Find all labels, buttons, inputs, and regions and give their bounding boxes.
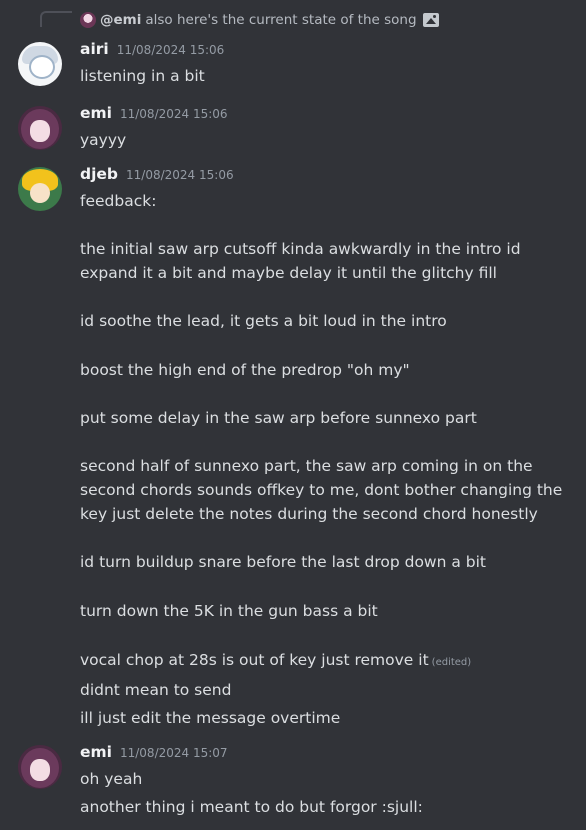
followup-message: ill just edit the message overtime xyxy=(80,708,341,727)
avatar[interactable] xyxy=(18,42,62,86)
message-line: id soothe the lead, it gets a bit loud i… xyxy=(80,312,447,331)
reply-text[interactable]: also here's the current state of the son… xyxy=(145,12,416,28)
message-line: vocal chop at 28s is out of key just rem… xyxy=(80,650,429,669)
avatar[interactable] xyxy=(18,106,62,150)
message-line: second chords sounds offkey to me, dont … xyxy=(80,481,563,500)
reply-reference[interactable]: @emi also here's the current state of th… xyxy=(80,9,439,31)
message-header: emi 11/08/2024 15:06 xyxy=(80,104,228,126)
message-line: the initial saw arp cutsoff kinda awkwar… xyxy=(80,240,521,259)
message-header: emi 11/08/2024 15:07 xyxy=(80,743,228,765)
avatar[interactable] xyxy=(18,167,62,211)
reply-connector xyxy=(40,11,72,27)
username[interactable]: airi xyxy=(80,40,109,58)
timestamp: 11/08/2024 15:06 xyxy=(116,43,225,57)
followup-message: didnt mean to send xyxy=(80,680,232,699)
message-line: put some delay in the saw arp before sun… xyxy=(80,408,477,427)
avatar[interactable] xyxy=(18,745,62,789)
message-line: key just delete the notes during the sec… xyxy=(80,505,538,524)
image-icon xyxy=(422,13,439,27)
reply-author[interactable]: @emi xyxy=(100,12,141,28)
timestamp: 11/08/2024 15:07 xyxy=(119,746,228,760)
timestamp: 11/08/2024 15:06 xyxy=(126,168,234,182)
username[interactable]: djeb xyxy=(80,165,118,183)
message-content: oh yeah another thing i meant to do but … xyxy=(80,767,566,819)
message-emi: emi 11/08/2024 15:06 yayyy xyxy=(0,104,586,150)
message-line: boost the high end of the predrop "oh my… xyxy=(80,360,410,379)
message-line: yayyy xyxy=(80,131,127,149)
message-line-edited: vocal chop at 28s is out of key just rem… xyxy=(80,648,566,675)
edited-label: (edited) xyxy=(431,656,472,668)
message-header: airi 11/08/2024 15:06 xyxy=(80,40,224,62)
message-line: id turn buildup snare before the last dr… xyxy=(80,553,486,572)
message-line: oh yeah xyxy=(80,770,143,788)
username[interactable]: emi xyxy=(80,743,112,761)
message-line: listening in a bit xyxy=(80,67,205,85)
message-content: listening in a bit xyxy=(80,64,566,88)
message-content: yayyy xyxy=(80,128,566,152)
message-line: feedback: xyxy=(80,192,157,210)
message-line: second half of sunnexo part, the saw arp… xyxy=(80,457,533,476)
reply-avatar xyxy=(80,12,96,28)
message-line: expand it a bit and maybe delay it until… xyxy=(80,264,497,283)
message-line: turn down the 5K in the gun bass a bit xyxy=(80,601,378,620)
message-emi-2: emi 11/08/2024 15:07 oh yeah another thi… xyxy=(0,743,586,830)
followup-message: another thing i meant to do but forgor :… xyxy=(80,798,423,817)
message-content: feedback: the initial saw arp cutsoff ki… xyxy=(80,189,566,730)
username[interactable]: emi xyxy=(80,104,112,122)
message-djeb: djeb 11/08/2024 15:06 feedback: the init… xyxy=(0,165,586,727)
message-airi: airi 11/08/2024 15:06 listening in a bit xyxy=(0,40,586,86)
message-header: djeb 11/08/2024 15:06 xyxy=(80,165,234,187)
timestamp: 11/08/2024 15:06 xyxy=(119,107,228,121)
